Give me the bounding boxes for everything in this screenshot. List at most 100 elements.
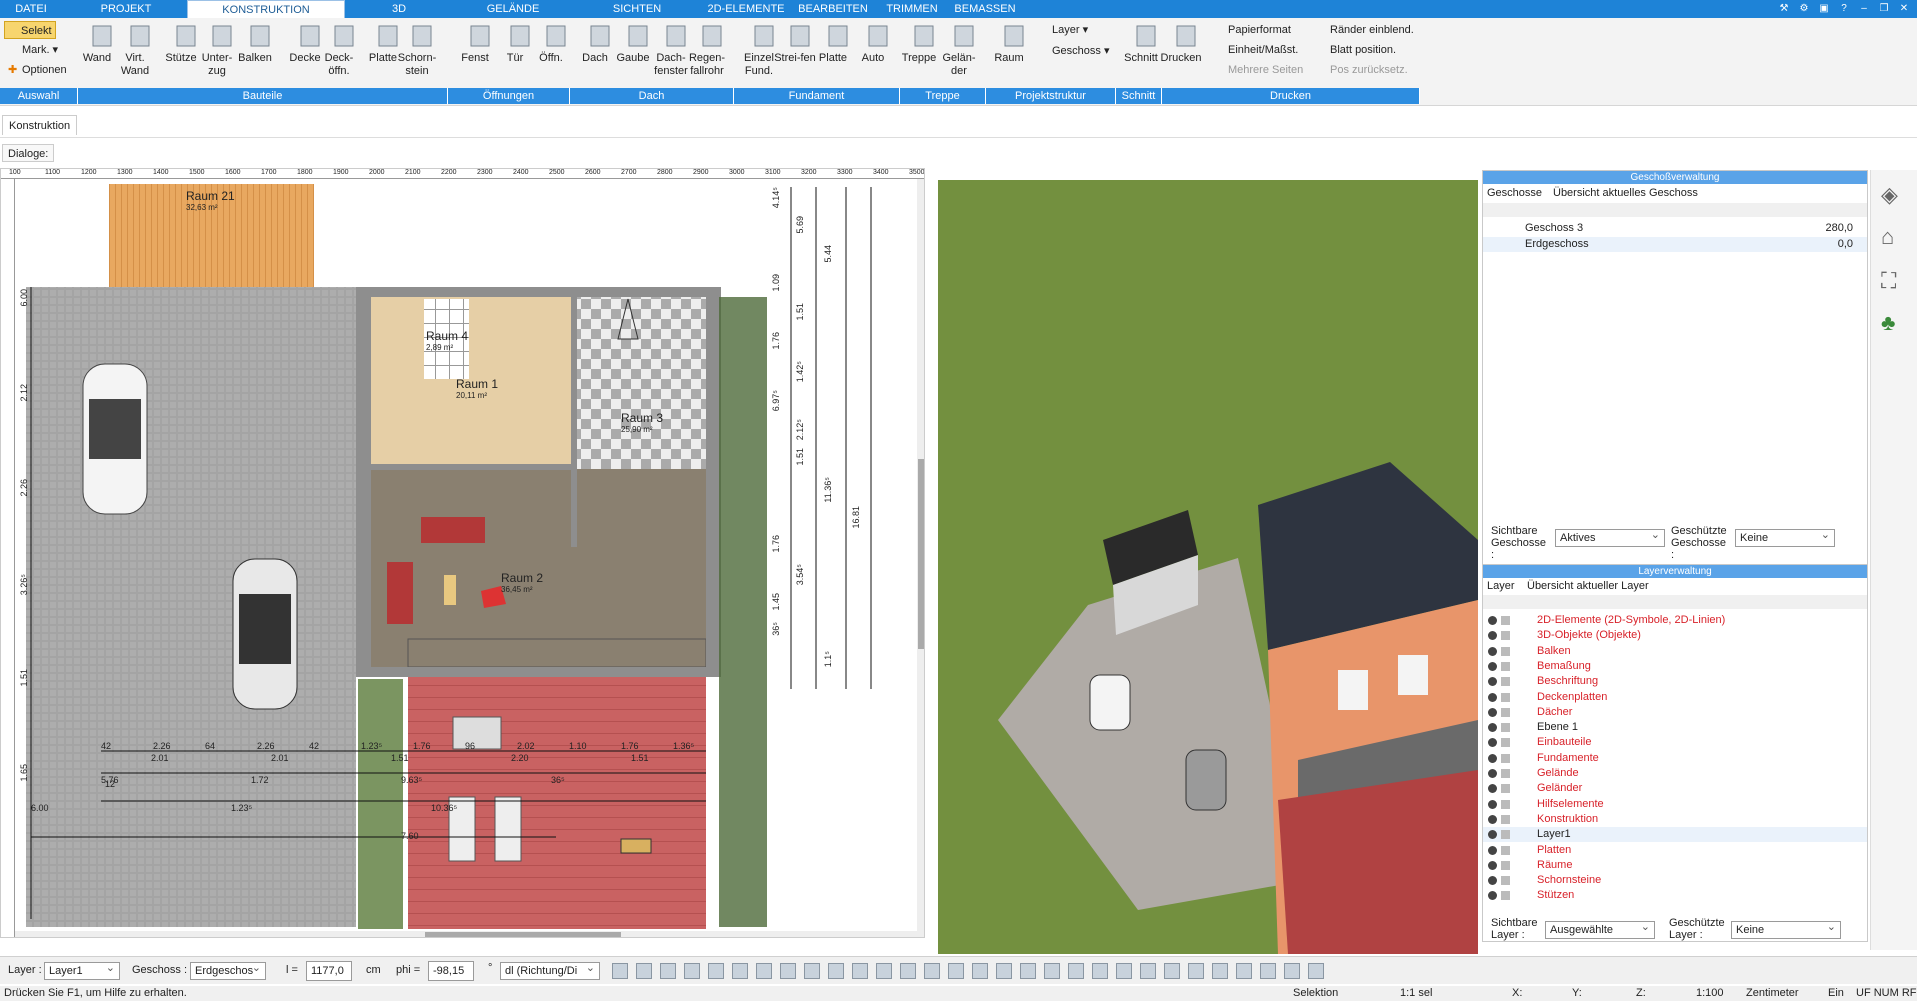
status-tool-icon[interactable] [1260, 963, 1276, 979]
floor-plan-canvas[interactable]: 100 1100 1200 1300 1400 1500 1600 1700 1800 1900 2… [0, 168, 925, 938]
status-tool-icon[interactable] [732, 963, 748, 979]
status-tool-icon[interactable] [828, 963, 844, 979]
status-tool-icon[interactable] [900, 963, 916, 979]
eye-icon[interactable] [1488, 753, 1497, 763]
ribbon-button-18[interactable]: Platte [819, 22, 855, 65]
tab-geschosse[interactable]: Geschosse [1487, 187, 1542, 199]
layer-row[interactable]: 3D-Objekte (Objekte) [1483, 628, 1867, 643]
geschoss-row[interactable]: Geschoss 3 280,0 [1483, 221, 1867, 236]
edit-icon[interactable] [1501, 814, 1510, 824]
close-icon[interactable]: ✕ [1896, 2, 1912, 16]
room-label-raum1[interactable]: Raum 1 20,11 m² [456, 377, 498, 400]
plan-hscroll-thumb[interactable] [425, 932, 621, 937]
edit-icon[interactable] [1501, 661, 1510, 671]
restore-icon[interactable]: ❐ [1876, 2, 1892, 16]
layer-row[interactable]: Platten [1483, 843, 1867, 858]
edit-icon[interactable] [1501, 845, 1510, 855]
layer-row[interactable]: Gelände [1483, 766, 1867, 781]
status-tool-icon[interactable] [1236, 963, 1252, 979]
eye-icon[interactable] [1488, 845, 1497, 855]
raender-button[interactable]: Ränder einblend. [1316, 21, 1414, 39]
eye-icon[interactable] [1488, 631, 1497, 641]
ribbon-button-15[interactable]: Regen-fallrohr [689, 22, 729, 78]
ribbon-button-1[interactable]: Virt. Wand [121, 22, 157, 78]
status-tool-icon[interactable] [636, 963, 652, 979]
ribbon-button-11[interactable]: Öffn. [538, 22, 573, 65]
sichtbare-layer-select[interactable]: Ausgewählte [1545, 919, 1655, 939]
layer-row[interactable]: Fundamente [1483, 751, 1867, 766]
layer-select[interactable]: Layer1 [44, 960, 120, 980]
layer-row[interactable]: Einbauteile [1483, 735, 1867, 750]
ribbon-button-9[interactable]: Fenst [461, 22, 497, 65]
edit-icon[interactable] [1501, 677, 1510, 687]
room-label-raum3[interactable]: Raum 3 25,90 m² [621, 411, 663, 434]
ribbon-button-6[interactable]: Deck-öffn. [325, 22, 361, 78]
layer-row[interactable]: Hilfselemente [1483, 797, 1867, 812]
ribbon-button-3[interactable]: Unter-zug [202, 22, 239, 78]
eye-icon[interactable] [1488, 769, 1497, 778]
menu-tab-bemassen[interactable]: BEMASSEN [954, 0, 1016, 18]
tab-konstruktion[interactable]: Konstruktion [2, 115, 78, 135]
edit-icon[interactable] [1501, 876, 1510, 886]
layer-row[interactable]: Stützen [1483, 888, 1867, 903]
tab-layer[interactable]: Layer [1487, 580, 1515, 592]
layer-row[interactable]: Balken [1483, 644, 1867, 659]
menu-tab-2d-elemente[interactable]: 2D-ELEMENTE [704, 0, 788, 18]
chair-icon[interactable]: ⌂ [1881, 224, 1894, 250]
status-tool-icon[interactable] [684, 963, 700, 979]
layer-row[interactable]: Layer1 [1483, 827, 1867, 843]
status-tool-icon[interactable] [612, 963, 628, 979]
status-tool-icon[interactable] [996, 963, 1012, 979]
einheit-button[interactable]: Einheit/Maßst. [1214, 41, 1298, 59]
plan-vscroll-thumb[interactable] [918, 459, 924, 649]
layer-row[interactable]: Beschriftung [1483, 674, 1867, 689]
status-tool-icon[interactable] [924, 963, 940, 979]
status-tool-icon[interactable] [756, 963, 772, 979]
layer-row[interactable]: Räume [1483, 858, 1867, 873]
menu-tab-gelaende[interactable]: GELÄNDE [482, 0, 544, 18]
ribbon-button-24[interactable]: Drucken [1161, 22, 1203, 65]
plan-hscrollbar[interactable] [15, 931, 917, 937]
status-tool-icon[interactable] [1188, 963, 1204, 979]
status-tool-icon[interactable] [1020, 963, 1036, 979]
layer-row[interactable]: Konstruktion [1483, 812, 1867, 827]
eye-icon[interactable] [1488, 661, 1497, 671]
eye-icon[interactable] [1488, 876, 1497, 886]
status-tool-icon[interactable] [660, 963, 676, 979]
edit-icon[interactable] [1501, 860, 1510, 870]
tab-geschoss-uebersicht[interactable]: Übersicht aktuelles Geschoss [1553, 187, 1698, 199]
phi-input[interactable]: -98,15 [428, 961, 474, 981]
geschoss-button[interactable]: Geschoss ▾ [1036, 42, 1110, 60]
ribbon-button-16[interactable]: Einzel Fund. [744, 22, 781, 78]
options-button[interactable]: ✚ Optionen [6, 61, 67, 79]
3d-view[interactable] [938, 180, 1478, 954]
pos-reset-button[interactable]: Pos zurücksetz. [1316, 61, 1408, 79]
eye-icon[interactable] [1488, 707, 1497, 717]
eye-icon[interactable] [1488, 814, 1497, 824]
status-tool-icon[interactable] [780, 963, 796, 979]
status-tool-icon[interactable] [876, 963, 892, 979]
eye-icon[interactable] [1488, 784, 1497, 794]
layer-row[interactable]: Geländer [1483, 781, 1867, 796]
menu-tab-projekt[interactable]: PROJEKT [96, 0, 156, 18]
eye-icon[interactable] [1488, 692, 1497, 702]
tree-icon[interactable]: ♣ [1881, 310, 1895, 336]
edit-icon[interactable] [1501, 631, 1510, 641]
edit-icon[interactable] [1501, 830, 1510, 840]
status-tool-icon[interactable] [1308, 963, 1324, 979]
status-tool-icon[interactable] [1044, 963, 1060, 979]
eye-icon[interactable] [1488, 616, 1497, 625]
edit-icon[interactable] [1501, 707, 1510, 717]
status-tool-icon[interactable] [1068, 963, 1084, 979]
menu-tab-sichten[interactable]: SICHTEN [606, 0, 668, 18]
edit-icon[interactable] [1501, 753, 1510, 763]
ribbon-button-4[interactable]: Balken [238, 22, 277, 65]
eye-icon[interactable] [1488, 799, 1497, 809]
layer-row[interactable]: Schornsteine [1483, 873, 1867, 888]
mark-button[interactable]: Mark. ▾ [6, 41, 58, 59]
eye-icon[interactable] [1488, 860, 1497, 870]
geschuetzte-geschosse-select[interactable]: Keine [1735, 527, 1835, 547]
ribbon-button-19[interactable]: Auto [860, 22, 895, 65]
layer-row[interactable]: Deckenplatten [1483, 690, 1867, 705]
edit-icon[interactable] [1501, 799, 1510, 809]
